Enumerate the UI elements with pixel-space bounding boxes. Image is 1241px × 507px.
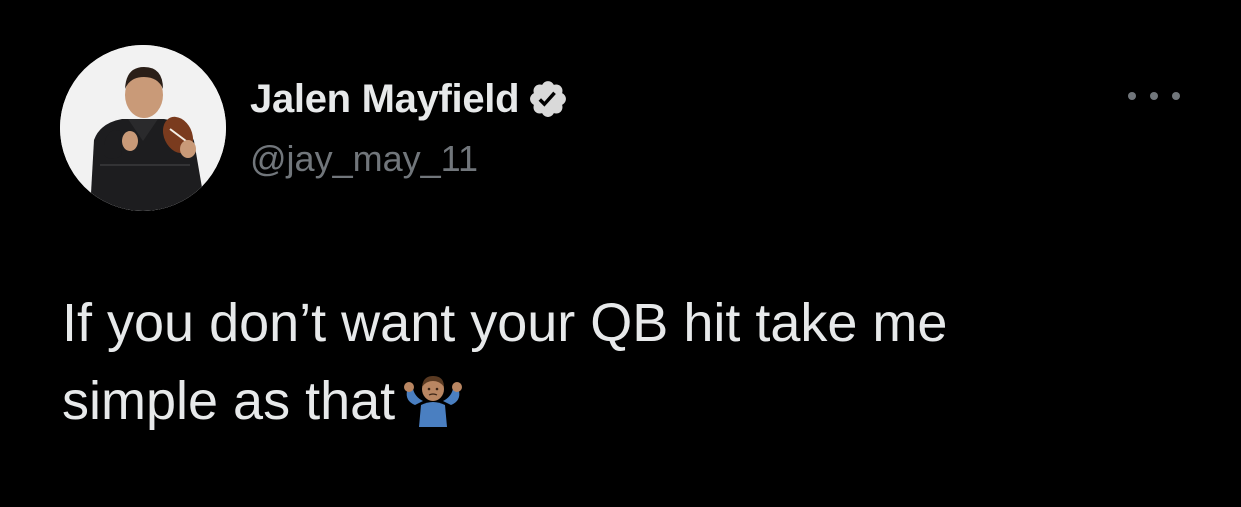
person-shrugging-emoji bbox=[401, 370, 465, 427]
author-handle[interactable]: @jay_may_11 bbox=[250, 138, 478, 180]
tweet-text-line: simple as that bbox=[62, 371, 396, 431]
verified-badge-icon bbox=[527, 78, 569, 120]
more-dot bbox=[1172, 92, 1180, 100]
author-display-name[interactable]: Jalen Mayfield bbox=[250, 77, 520, 122]
more-dot bbox=[1150, 92, 1158, 100]
more-dot bbox=[1128, 92, 1136, 100]
avatar-photo bbox=[60, 45, 226, 211]
tweet-text-line: If you don’t want your QB hit take me bbox=[62, 293, 948, 353]
tweet-text: If you don’t want your QB hit take me si… bbox=[62, 284, 1212, 440]
avatar[interactable] bbox=[60, 45, 226, 211]
tweet-text-line-2: simple as that bbox=[62, 362, 1212, 440]
author-name-row: Jalen Mayfield bbox=[250, 74, 569, 124]
tweet-card: Jalen Mayfield @jay_may_11 If you don’t … bbox=[0, 0, 1241, 507]
more-horizontal-icon[interactable] bbox=[1128, 84, 1180, 108]
